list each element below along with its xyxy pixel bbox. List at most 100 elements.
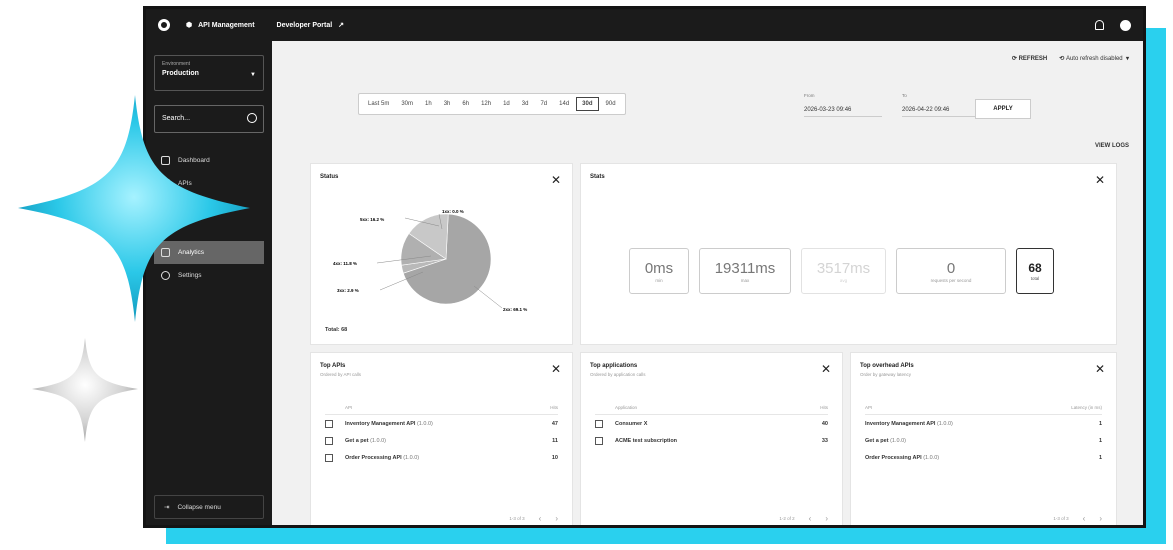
to-date-field[interactable]: To 2026-04-22 09:46 <box>902 93 980 117</box>
view-logs-link[interactable]: VIEW LOGS <box>1095 143 1129 149</box>
row-checkbox[interactable] <box>325 453 333 462</box>
avatar[interactable] <box>1120 19 1131 31</box>
hits-value: 33 <box>821 437 828 444</box>
pagination-text: 1-3 of 3 <box>509 516 525 521</box>
range-option[interactable]: 90d <box>601 98 621 110</box>
collapse-label: Collapse menu <box>177 503 221 511</box>
api-name-cell[interactable]: Get a pet (1.0.0) <box>865 438 1052 444</box>
table-row: Inventory Management API (1.0.0) 47 <box>325 415 558 432</box>
range-option[interactable]: 1h <box>420 98 437 110</box>
api-name-cell[interactable]: Inventory Management API (1.0.0) <box>865 421 1052 427</box>
auto-refresh-label: Auto refresh disabled <box>1065 56 1123 62</box>
range-option[interactable]: 7d <box>535 98 552 110</box>
api-name-cell[interactable]: Order Processing API (1.0.0) <box>865 455 1052 461</box>
hits-value: 40 <box>821 420 828 427</box>
pagination: 1-2 of 2 ‹ › <box>779 514 828 523</box>
top-applications-title: Top applications <box>590 363 638 369</box>
refresh-controls: ⟳ REFRESH ⟲ Auto refresh disabled ▾ <box>1012 55 1129 62</box>
top-bar: ⬢ API Management Developer Portal ↗ <box>146 9 1143 41</box>
close-icon[interactable]: ✕ <box>821 363 831 375</box>
app-name: API Management <box>198 21 255 29</box>
api-version: (1.0.0) <box>936 420 953 427</box>
pagination-text: 1-2 of 2 <box>779 516 795 521</box>
pagination-text: 1-3 of 3 <box>1053 516 1069 521</box>
api-name: Order Processing API <box>345 454 402 461</box>
stat-value: 0 <box>946 259 956 277</box>
from-label: From <box>804 93 815 98</box>
stat-min: 0ms min <box>629 248 689 294</box>
row-checkbox[interactable] <box>595 419 603 428</box>
stats-card: Stats ✕ 0ms min 19311ms max 3517ms avg 0… <box>580 163 1117 345</box>
top-apis-title: Top APIs <box>320 363 346 369</box>
range-option[interactable]: 6h <box>457 98 474 110</box>
hexagon-icon: ⬢ <box>186 22 193 29</box>
sparkle-star-large-icon <box>18 95 250 322</box>
stat-value: 0ms <box>644 259 674 277</box>
refresh-button[interactable]: ⟳ REFRESH <box>1012 55 1047 62</box>
next-page-icon[interactable]: › <box>825 514 828 523</box>
top-applications-table: Application Hits Consumer X 40 ACME test… <box>595 405 828 449</box>
pie-label-3xx: 3xx: 2.9 % <box>337 288 359 293</box>
close-icon[interactable]: ✕ <box>1095 363 1105 375</box>
hits-value: 11 <box>552 437 558 444</box>
api-name-cell[interactable]: Inventory Management API (1.0.0) <box>345 421 524 427</box>
apply-button[interactable]: APPLY <box>975 99 1031 119</box>
range-option[interactable]: 14d <box>554 98 574 110</box>
stats-row: 0ms min 19311ms max 3517ms avg 0 request… <box>629 248 1054 294</box>
pie-label-2xx: 2xx: 69.1 % <box>503 307 527 312</box>
close-icon[interactable]: ✕ <box>551 363 561 375</box>
app-name-link[interactable]: ⬢ API Management <box>186 21 255 30</box>
table-row: Get a pet (1.0.0) 1 <box>865 432 1102 449</box>
pagination: 1-3 of 3 ‹ › <box>1053 514 1102 523</box>
table-row: Order Processing API (1.0.0) 10 <box>325 449 558 466</box>
top-overhead-card: Top overhead APIs Order by gateway laten… <box>850 352 1117 525</box>
table-row: Get a pet (1.0.0) 11 <box>325 432 558 449</box>
table-header: Application Hits <box>595 405 828 415</box>
row-checkbox[interactable] <box>595 436 603 445</box>
application-name[interactable]: ACME test subscription <box>615 438 794 444</box>
stat-label: min <box>655 277 663 283</box>
pie-label-4xx: 4xx: 11.8 % <box>333 261 357 266</box>
from-date-field[interactable]: From 2026-03-23 09:46 <box>804 93 882 117</box>
close-icon[interactable]: ✕ <box>1095 174 1105 186</box>
developer-portal-label: Developer Portal <box>276 21 333 29</box>
range-option[interactable]: 30m <box>396 98 418 110</box>
api-version: (1.0.0) <box>416 420 433 427</box>
stat-value: 3517ms <box>816 259 871 277</box>
prev-page-icon[interactable]: ‹ <box>1083 514 1086 523</box>
refresh-label: REFRESH <box>1018 56 1048 62</box>
api-name-cell[interactable]: Order Processing API (1.0.0) <box>345 455 524 461</box>
bell-icon[interactable] <box>1095 20 1104 30</box>
to-value: 2026-04-22 09:46 <box>902 107 980 117</box>
range-option[interactable]: 12h <box>476 98 496 110</box>
collapse-menu-button[interactable]: ⇥ Collapse menu <box>154 495 264 519</box>
developer-portal-link[interactable]: Developer Portal ↗ <box>276 21 345 30</box>
range-option-selected[interactable]: 30d <box>576 97 599 111</box>
main-content: ⟳ REFRESH ⟲ Auto refresh disabled ▾ Last… <box>272 41 1143 525</box>
api-name-cell[interactable]: Get a pet (1.0.0) <box>345 438 524 444</box>
application-name[interactable]: Consumer X <box>615 421 794 427</box>
row-checkbox[interactable] <box>325 436 333 445</box>
chevron-down-icon: ▼ <box>250 72 256 78</box>
prev-page-icon[interactable]: ‹ <box>809 514 812 523</box>
api-name: Get a pet <box>865 437 889 444</box>
auto-refresh-select[interactable]: ⟲ Auto refresh disabled ▾ <box>1059 55 1129 62</box>
row-checkbox[interactable] <box>325 419 333 428</box>
range-option[interactable]: 3d <box>517 98 534 110</box>
next-page-icon[interactable]: › <box>555 514 558 523</box>
range-option[interactable]: 1d <box>498 98 515 110</box>
api-version: (1.0.0) <box>890 437 906 444</box>
latency-value: 1 <box>1098 420 1102 427</box>
stat-total: 68 total <box>1016 248 1054 294</box>
range-option[interactable]: 3h <box>439 98 456 110</box>
api-name: Inventory Management API <box>345 420 416 427</box>
environment-select[interactable]: Environment Production ▼ <box>154 55 264 91</box>
range-option[interactable]: Last 5m <box>363 98 394 110</box>
column-header: Hits <box>550 405 558 410</box>
api-name: Get a pet <box>345 437 369 444</box>
next-page-icon[interactable]: › <box>1099 514 1102 523</box>
time-range-selector: Last 5m 30m 1h 3h 6h 12h 1d 3d 7d 14d 30… <box>358 93 626 115</box>
prev-page-icon[interactable]: ‹ <box>539 514 542 523</box>
pie-label-1xx: 1xx: 0.0 % <box>442 209 464 214</box>
table-header: API Hits <box>325 405 558 415</box>
